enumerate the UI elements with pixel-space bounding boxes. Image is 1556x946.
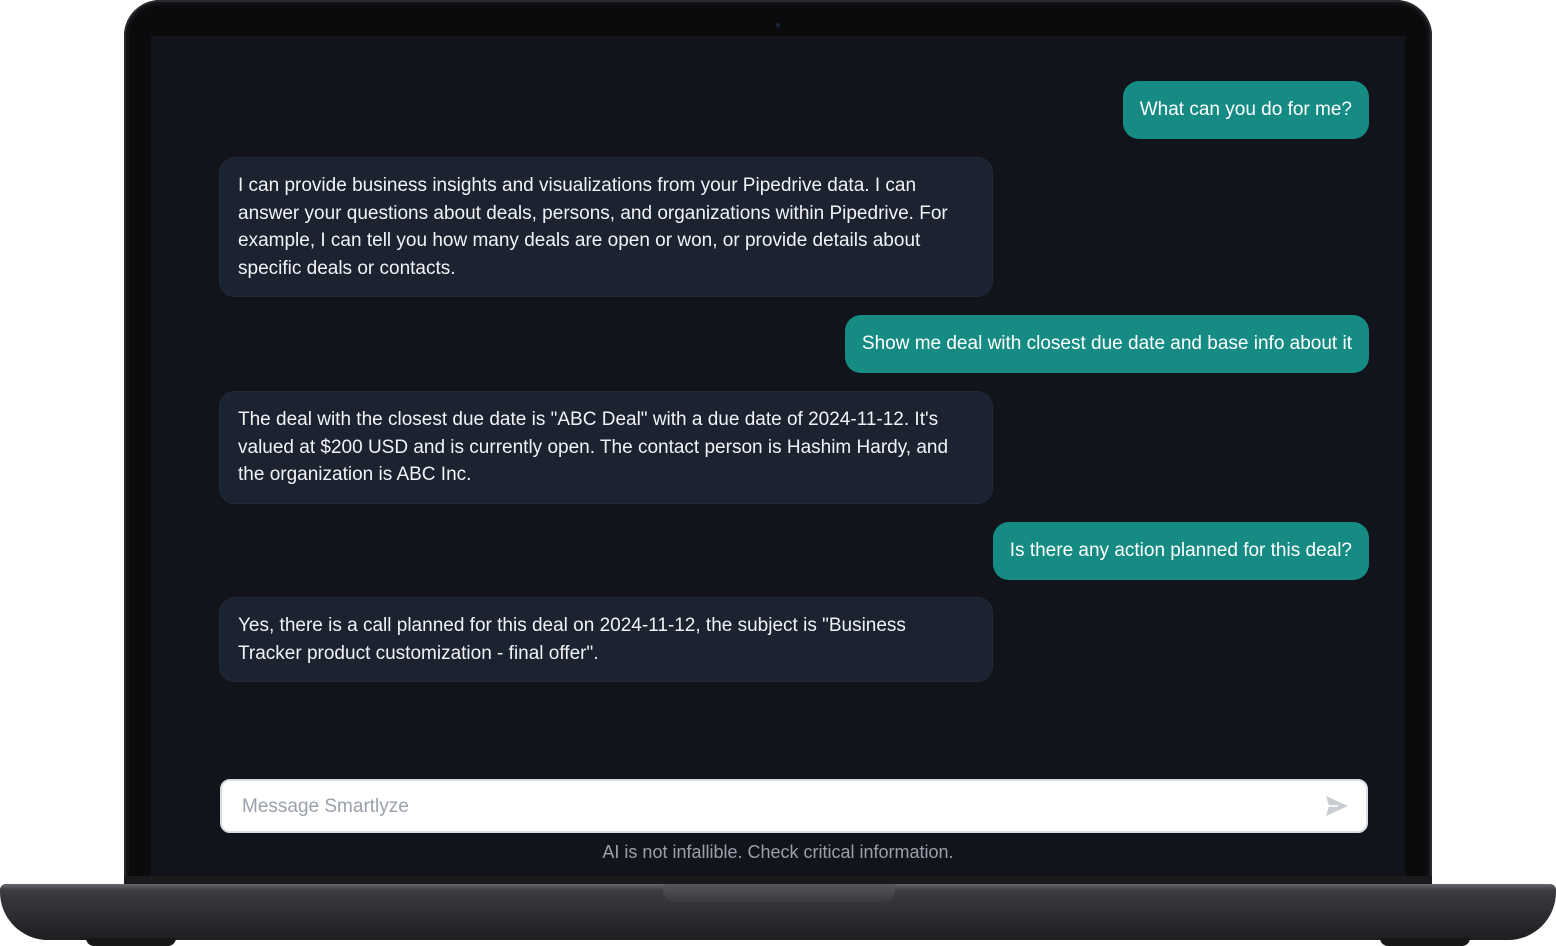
camera-dot	[776, 23, 780, 27]
laptop-notch	[663, 884, 895, 902]
message-text: What can you do for me?	[1139, 99, 1352, 121]
send-button[interactable]	[1324, 795, 1350, 821]
user-message: Show me deal with closest due date and b…	[844, 315, 1369, 373]
disclaimer-text: AI is not infallible. Check critical inf…	[602, 842, 954, 862]
message-text: The deal with the closest due date is "A…	[238, 409, 949, 485]
send-icon	[1325, 795, 1349, 822]
message-text: Is there any action planned for this dea…	[1009, 540, 1352, 562]
assistant-message: The deal with the closest due date is "A…	[219, 391, 993, 504]
message-input[interactable]	[240, 791, 1304, 823]
laptop-frame: What can you do for me? I can provide bu…	[0, 0, 1556, 946]
assistant-message: I can provide business insights and visu…	[219, 157, 993, 297]
laptop-foot-left	[86, 938, 176, 946]
message-text: I can provide business insights and visu…	[238, 175, 948, 279]
laptop-foot-right	[1380, 938, 1470, 946]
chat-screen: What can you do for me? I can provide bu…	[151, 36, 1405, 876]
message-composer	[220, 779, 1368, 833]
user-message: Is there any action planned for this dea…	[992, 522, 1369, 580]
user-message: What can you do for me?	[1122, 81, 1369, 139]
message-text: Yes, there is a call planned for this de…	[238, 615, 906, 664]
message-text: Show me deal with closest due date and b…	[861, 333, 1352, 355]
assistant-message: Yes, there is a call planned for this de…	[219, 597, 993, 682]
